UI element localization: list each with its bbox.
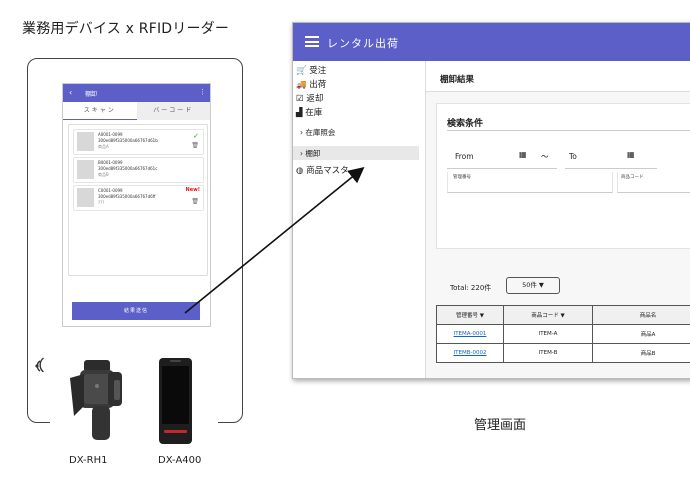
column-header: 商品名 [592, 305, 690, 325]
total-count: Total: 220件 [450, 284, 492, 292]
item-epc: 300ed89f335000a66767d6ff [98, 194, 156, 199]
phone-screen: ‹ 棚卸 ⋮ スキャン バーコード A0001-0099 300ed89f335… [63, 84, 210, 326]
cart-icon: 🛒 [296, 66, 307, 76]
table-cell: ITEM-A [503, 324, 593, 344]
range-separator: ～ [541, 152, 549, 161]
table-cell: 商品A [592, 324, 690, 344]
list-item[interactable]: A0001-0099 300ed89f335000a66767d61b 商品A … [73, 129, 204, 155]
search-conditions-card: 検索条件 From ▦ ～ To ▦ 管理番号 商品コード [436, 103, 690, 249]
divider [447, 130, 690, 131]
item-epc: 300ed89f335000a66767d61b [98, 138, 158, 143]
item-thumbnail [77, 132, 94, 151]
rfid-reader-image [62, 356, 132, 444]
sidebar-item-inventory[interactable]: ▟ 在庫 [296, 106, 322, 118]
search-title: 検索条件 [447, 119, 484, 129]
sidebar-item-returns[interactable]: ☑ 返却 [296, 92, 323, 104]
tab-scan[interactable]: スキャン [63, 102, 137, 120]
sort-icon[interactable]: ▼ [480, 313, 484, 319]
item-epc: 300ed89f335000a66767d61c [98, 166, 158, 171]
admin-header: レンタル出荷 [293, 23, 690, 61]
trash-icon[interactable]: 🗑 [191, 198, 199, 205]
column-header[interactable]: 管理番号 ▼ [436, 305, 504, 325]
phone-title: 棚卸 [85, 91, 98, 98]
from-label: From [455, 152, 474, 161]
phone-tabs: スキャン バーコード [63, 102, 210, 120]
new-badge: New! [185, 187, 200, 193]
menu-icon[interactable]: ⋮ [199, 88, 206, 96]
app-title: レンタル出荷 [327, 37, 399, 50]
chevron-right-icon: › [300, 149, 303, 158]
device-label-rh1: DX-RH1 [69, 455, 108, 466]
date-from-field[interactable]: From ▦ ～ [447, 144, 557, 169]
admin-window: レンタル出荷 🛒 受注 🚚 出荷 ☑ 返却 ▟ 在庫 › 在庫照会 › 棚卸 ◍… [292, 22, 690, 379]
product-code-input[interactable] [617, 172, 690, 193]
sidebar-item-shipping[interactable]: 🚚 出荷 [296, 78, 326, 90]
item-thumbnail [77, 160, 94, 179]
sidebar-item-stocktake[interactable]: › 棚卸 [300, 148, 320, 159]
table-row: ITEMB-0002 ITEM-B 商品B [436, 343, 690, 363]
handheld-terminal-image [158, 358, 193, 444]
calendar-icon[interactable]: ▦ [627, 150, 635, 159]
devices-title: 業務用デバイス x RFIDリーダー [22, 21, 230, 37]
list-item[interactable]: B0001-0099 300ed89f335000a66767d61c 商品B [73, 157, 204, 183]
list-item[interactable]: C0001-0099 300ed89f335000a66767d6ff ??? … [73, 185, 204, 211]
table-cell: ITEM-B [503, 343, 593, 363]
send-results-button[interactable]: 結果送信 [72, 302, 200, 320]
device-label-a400: DX-A400 [158, 455, 202, 466]
trash-icon[interactable]: 🗑 [191, 142, 199, 149]
to-label: To [569, 152, 577, 161]
results-table: 管理番号 ▼ 商品コード ▼ 商品名 ITEMA-0001 ITEM-A 商品A… [436, 305, 690, 363]
page-title: 棚卸結果 [440, 75, 475, 85]
back-icon[interactable]: ‹ [69, 88, 72, 97]
chevron-right-icon: › [300, 128, 303, 137]
item-name: 商品A [98, 144, 109, 149]
table-row: ITEMA-0001 ITEM-A 商品A [436, 324, 690, 344]
sidebar: 🛒 受注 🚚 出荷 ☑ 返却 ▟ 在庫 › 在庫照会 › 棚卸 ◍ 商品マスタ [293, 61, 425, 378]
check-icon: ✓ [193, 132, 199, 140]
sidebar-item-stock-inquiry[interactable]: › 在庫照会 [300, 127, 335, 138]
page-size-select[interactable]: 50件 ▼ [506, 277, 560, 294]
return-icon: ☑ [296, 94, 304, 104]
sidebar-item-orders[interactable]: 🛒 受注 [296, 64, 326, 76]
tab-barcode[interactable]: バーコード [136, 102, 210, 120]
item-id: B0001-0099 [98, 160, 123, 165]
page-header: 棚卸結果 [426, 61, 690, 92]
item-thumbnail [77, 188, 94, 207]
column-header[interactable]: 商品コード ▼ [503, 305, 593, 325]
sidebar-item-product-master[interactable]: ◍ 商品マスタ [296, 164, 349, 176]
table-cell: 商品B [592, 343, 690, 363]
database-icon: ◍ [296, 166, 304, 176]
date-to-field[interactable]: To ▦ [565, 144, 657, 169]
calendar-icon[interactable]: ▦ [519, 150, 527, 159]
item-link[interactable]: ITEMB-0002 [454, 350, 487, 356]
scan-list: A0001-0099 300ed89f335000a66767d61b 商品A … [68, 124, 208, 276]
item-id: A0001-0099 [98, 132, 123, 137]
main-content: 棚卸結果 検索条件 From ▦ ～ To ▦ 管理番号 商品コード Total… [425, 61, 690, 378]
truck-icon: 🚚 [296, 80, 307, 90]
hamburger-menu-icon[interactable] [305, 36, 319, 47]
item-link[interactable]: ITEMA-0001 [454, 331, 487, 337]
sort-icon[interactable]: ▼ [561, 313, 565, 319]
control-number-input[interactable] [447, 172, 613, 193]
item-name: ??? [98, 200, 105, 205]
admin-screen-label: 管理画面 [474, 418, 527, 433]
item-id: C0001-0099 [98, 188, 123, 193]
rfid-signal-icon [34, 356, 48, 375]
phone-header: ‹ 棚卸 ⋮ [63, 84, 210, 102]
warehouse-icon: ▟ [296, 108, 303, 118]
item-name: 商品B [98, 172, 109, 177]
